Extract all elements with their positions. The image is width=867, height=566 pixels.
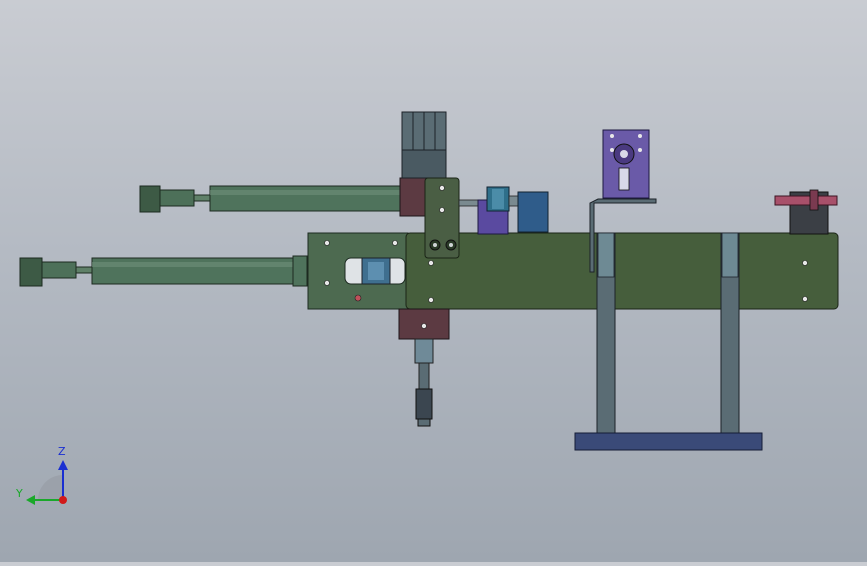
lower-cylinder[interactable]: [19, 255, 308, 287]
x-axis-point: [59, 496, 67, 504]
z-axis-label: Z: [58, 445, 66, 458]
cad-viewport[interactable]: Z Y: [0, 0, 867, 562]
z-axis-arrow: [58, 460, 68, 470]
y-axis-label: Y: [15, 487, 23, 500]
junction-bracket[interactable]: [424, 177, 460, 259]
lower-block[interactable]: [398, 308, 450, 427]
y-axis-arrow: [26, 495, 35, 505]
upper-cylinder[interactable]: [139, 177, 429, 217]
left-mount-plate[interactable]: [307, 232, 409, 310]
axis-triad: Z Y: [15, 445, 68, 505]
main-plate[interactable]: [405, 232, 839, 310]
pin-holder[interactable]: [774, 189, 838, 235]
valve-assembly[interactable]: [458, 186, 549, 235]
vertical-cylinder[interactable]: [401, 111, 447, 179]
assembly-drawing: Z Y: [15, 111, 839, 505]
